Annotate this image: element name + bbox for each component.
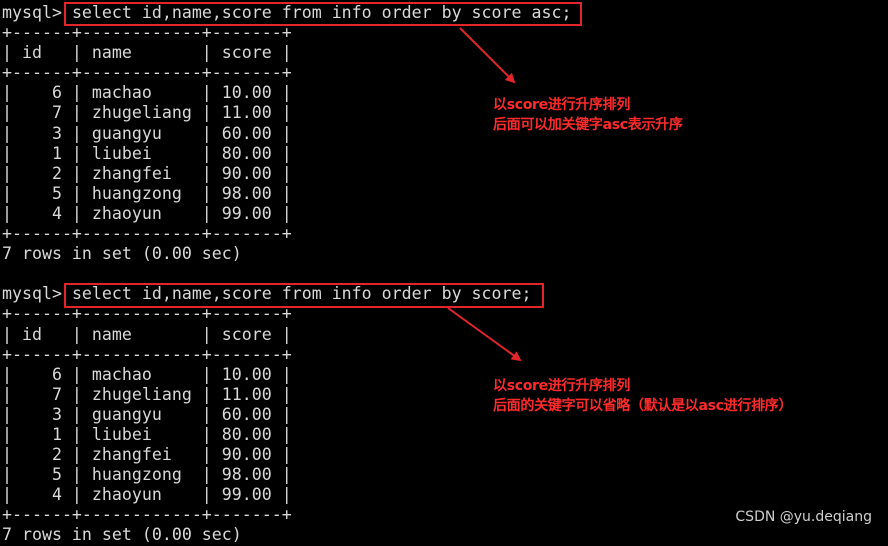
arrow-icon — [459, 27, 516, 84]
annotation-line: 以score进行升序排列 — [493, 97, 631, 113]
annotation-note-2: 以score进行升序排列 后面的关键字可以省略（默认是以asc进行排序） — [493, 376, 792, 416]
annotation-line: 后面可以加关键字asc表示升序 — [493, 117, 683, 133]
annotation-note-1: 以score进行升序排列 后面可以加关键字asc表示升序 — [493, 95, 683, 135]
watermark: CSDN @yu.deqiang — [735, 509, 872, 525]
annotation-arrows — [447, 27, 522, 362]
arrow-icon — [447, 307, 522, 362]
annotation-line: 后面的关键字可以省略（默认是以asc进行排序） — [493, 398, 793, 414]
annotation-line: 以score进行升序排列 — [493, 378, 631, 394]
